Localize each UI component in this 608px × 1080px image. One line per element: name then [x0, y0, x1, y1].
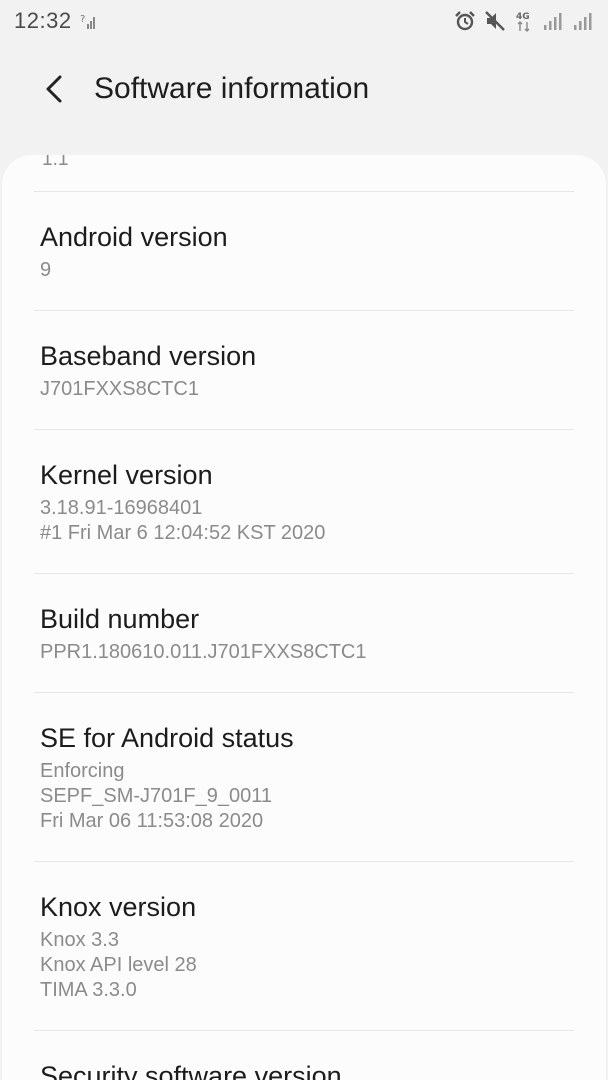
- item-title: Build number: [40, 604, 200, 634]
- page-title: Software information: [94, 72, 370, 105]
- item-value: J701FXXS8CTC1: [40, 378, 199, 400]
- svg-text:?: ?: [80, 14, 85, 25]
- item-value: 3.18.91-16968401: [40, 497, 203, 519]
- item-title: SE for Android status: [40, 723, 294, 753]
- item-title: Security software version: [40, 1061, 342, 1080]
- wifi-call-icon: ?: [80, 11, 98, 31]
- item-value: 9: [40, 259, 52, 281]
- status-bar: 12:32 ? 4G: [0, 0, 608, 42]
- item-value: Enforcing: [40, 760, 125, 782]
- partial-item-value: 1.1: [42, 155, 69, 170]
- signal-icon-2: [572, 11, 594, 31]
- mute-icon: [484, 10, 506, 32]
- item-value: Knox 3.3: [40, 929, 119, 951]
- item-value: #1 Fri Mar 6 12:04:52 KST 2020: [40, 522, 326, 544]
- list-item-android-version[interactable]: Android version 9: [2, 192, 606, 310]
- status-time: 12:32: [14, 8, 72, 33]
- info-list: Android version 9 Baseband version J701F…: [2, 191, 606, 1080]
- item-value: Knox API level 28: [40, 954, 197, 976]
- item-value: TIMA 3.3.0: [40, 979, 137, 1001]
- status-right: 4G: [454, 9, 594, 33]
- signal-icon-1: [542, 11, 564, 31]
- item-title: Baseband version: [40, 341, 257, 371]
- item-value: PPR1.180610.011.J701FXXS8CTC1: [40, 641, 367, 663]
- item-title: Kernel version: [40, 460, 213, 490]
- back-button[interactable]: [24, 59, 84, 119]
- network-4g-icon: 4G: [514, 9, 534, 33]
- list-item-security-software-version[interactable]: Security software version: [2, 1031, 606, 1080]
- header: Software information: [0, 58, 608, 120]
- item-title: Knox version: [40, 892, 197, 922]
- item-title: Android version: [40, 222, 228, 252]
- list-item-kernel-version[interactable]: Kernel version 3.18.91-16968401 #1 Fri M…: [2, 430, 606, 573]
- list-item-build-number[interactable]: Build number PPR1.180610.011.J701FXXS8CT…: [2, 574, 606, 692]
- info-card: 1.1 Android version 9 Baseband version J…: [2, 155, 606, 1080]
- list-item-knox-version[interactable]: Knox version Knox 3.3 Knox API level 28 …: [2, 862, 606, 1030]
- status-left: 12:32 ?: [14, 8, 98, 34]
- chevron-left-icon: [46, 75, 62, 103]
- network-label: 4G: [516, 12, 530, 22]
- item-value: SEPF_SM-J701F_9_0011: [40, 785, 272, 807]
- list-item-baseband-version[interactable]: Baseband version J701FXXS8CTC1: [2, 311, 606, 429]
- item-value: Fri Mar 06 11:53:08 2020: [40, 810, 264, 832]
- list-item-se-for-android-status[interactable]: SE for Android status Enforcing SEPF_SM-…: [2, 693, 606, 861]
- alarm-icon: [454, 10, 476, 32]
- screen: 12:32 ? 4G Software information 1.1 Andr…: [0, 0, 608, 1080]
